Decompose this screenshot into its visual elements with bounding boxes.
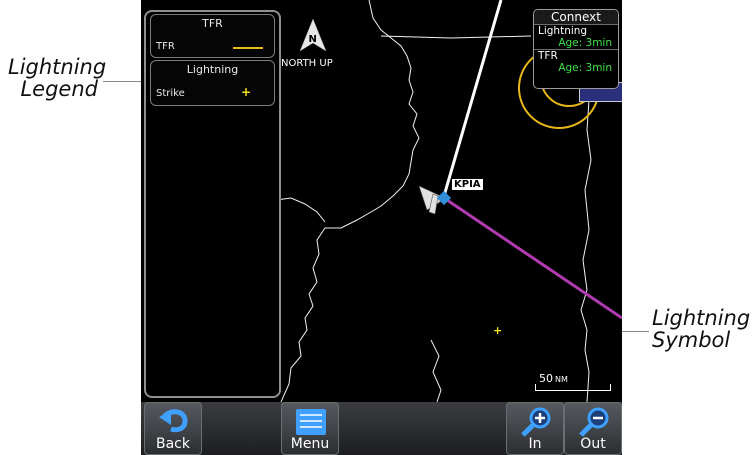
- zoom-in-icon: [521, 407, 551, 437]
- back-arrow-icon: [159, 409, 188, 433]
- connext-status-panel: Connext Lightning Age: 3min TFR Age: 3mi…: [533, 9, 619, 89]
- zoom-out-button[interactable]: Out: [564, 402, 622, 455]
- state-border: [430, 339, 442, 402]
- map-scale-bar: [535, 384, 611, 391]
- lightning-legend-box: Lightning Strike +: [150, 60, 275, 106]
- flight-plan-leg: [443, 196, 622, 320]
- scale-unit: NM: [555, 375, 568, 384]
- flight-plan-leg: [442, 0, 503, 197]
- menu-icon: [296, 409, 326, 435]
- callout-text: Legend: [20, 77, 98, 101]
- strike-legend-icon: +: [241, 85, 252, 99]
- tfr-legend-title: TFR: [202, 17, 223, 30]
- connext-tfr-age: Age: 3min: [558, 62, 612, 74]
- zoom-out-icon: [579, 407, 609, 437]
- lightning-symbol-callout: Lightning Symbol: [652, 307, 752, 351]
- connext-lightning-age: Age: 3min: [558, 37, 612, 49]
- airport-label[interactable]: KPIA: [451, 178, 484, 191]
- lightning-legend-title: Lightning: [186, 63, 239, 76]
- menu-label: Menu: [290, 436, 330, 452]
- state-border: [275, 197, 326, 223]
- legend-panel: TFR TFR Lightning Strike +: [144, 10, 281, 398]
- back-label: Back: [156, 436, 190, 452]
- connext-title: Connext: [534, 10, 618, 25]
- back-button[interactable]: Back: [144, 402, 202, 455]
- zoom-out-label: Out: [580, 436, 606, 452]
- lightning-strike-icon: +: [493, 324, 502, 337]
- device-screen: + TFR TFR Lightning Strike + N NORTH UP …: [141, 0, 622, 455]
- orientation-label[interactable]: NORTH UP: [281, 58, 333, 69]
- tfr-legend-label: TFR: [156, 41, 175, 52]
- callout-text: Lightning: [8, 55, 107, 79]
- bottom-toolbar: Back Menu In Out: [141, 402, 622, 455]
- tfr-legend-box: TFR TFR: [150, 14, 275, 58]
- strike-legend-label: Strike: [156, 88, 185, 99]
- north-arrow-icon[interactable]: N: [299, 18, 327, 52]
- connext-tfr-label: TFR: [534, 49, 618, 62]
- zoom-in-label: In: [528, 436, 542, 452]
- callout-text: Symbol: [652, 328, 731, 352]
- state-border: [380, 35, 532, 39]
- tfr-color-swatch: [233, 47, 263, 49]
- lightning-legend-callout: Lightning Legend: [8, 55, 107, 101]
- north-letter: N: [309, 34, 317, 45]
- connext-lightning-label: Lightning: [538, 25, 588, 37]
- zoom-in-button[interactable]: In: [506, 402, 564, 455]
- callout-text: Lightning: [652, 306, 751, 330]
- state-border: [580, 99, 592, 402]
- menu-button[interactable]: Menu: [281, 402, 339, 455]
